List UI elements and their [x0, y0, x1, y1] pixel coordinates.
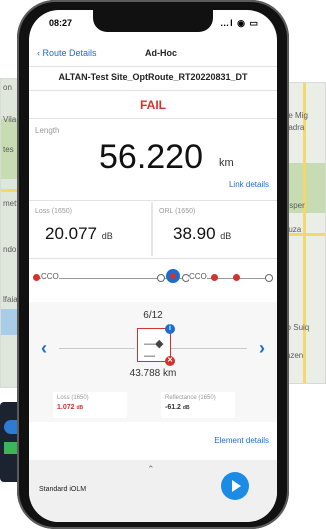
element-icon[interactable]: —◆— i ✕ [137, 324, 175, 366]
divider [29, 90, 277, 91]
divider [29, 118, 277, 119]
trace-label: CCO [189, 272, 207, 281]
link-trace[interactable]: CCO CCO [29, 268, 277, 290]
fail-icon: ✕ [165, 356, 175, 366]
map-label: tes [3, 145, 14, 154]
element-loss-panel: Loss (1650) 1.072 dB [53, 392, 127, 418]
element-refl-unit: dB [182, 405, 190, 411]
nav-title: Ad-Hoc [145, 48, 177, 58]
element-distance: 43.788 km [129, 368, 177, 379]
divider [29, 258, 277, 259]
info-icon: i [165, 324, 175, 334]
previous-element-button[interactable]: ‹ [41, 338, 47, 359]
divider [29, 200, 277, 201]
link-details-button[interactable]: Link details [229, 180, 269, 189]
status-icons: …l ◉ ▭ [220, 18, 259, 28]
nav-bar: ‹ Route Details Ad-Hoc [29, 48, 277, 66]
element-details-button[interactable]: Element details [214, 436, 269, 445]
orl-value-number: 38.90 [173, 224, 216, 243]
loss-value-number: 20.077 [45, 224, 97, 243]
bottom-bar: ⌃ Standard iOLM [29, 460, 277, 522]
map-label: on [3, 83, 12, 92]
trace-event-marker[interactable] [265, 274, 273, 282]
orl-unit: dB [220, 231, 232, 241]
route-name: ALTAN-Test Site_OptRoute_RT20220831_DT [58, 72, 248, 82]
element-counter: 6/12 [143, 310, 163, 321]
trace-label: CCO [41, 272, 59, 281]
element-panel: 6/12 ‹ › —◆— i ✕ 43.788 km Loss (1650) 1… [29, 302, 277, 422]
map-label: ndo [3, 245, 17, 254]
loss-label: Loss (1650) [35, 208, 72, 215]
orl-label: ORL (1650) [159, 208, 196, 215]
element-reflectance-panel: Reflectance (1650) -61.2 dB [161, 392, 235, 418]
map-label: lfaia [3, 295, 18, 304]
status-time: 08:27 [49, 18, 73, 28]
trace-event-marker[interactable] [233, 274, 240, 281]
loss-value: 20.077 dB [45, 224, 113, 244]
length-value: 56.220 [99, 138, 203, 176]
test-mode-label: Standard iOLM [39, 486, 87, 493]
back-button[interactable]: ‹ Route Details [37, 48, 97, 58]
divider [29, 66, 277, 67]
play-button[interactable] [221, 472, 249, 500]
loss-panel: Loss (1650) 20.077 dB [29, 202, 151, 256]
phone-screen: 08:27 …l ◉ ▭ ‹ Route Details Ad-Hoc ALTA… [29, 10, 277, 522]
phone-frame: 08:27 …l ◉ ▭ ‹ Route Details Ad-Hoc ALTA… [17, 0, 289, 529]
result-status: FAIL [140, 98, 166, 112]
orl-value: 38.90 dB [173, 224, 231, 244]
loss-unit: dB [101, 231, 113, 241]
next-element-button[interactable]: › [259, 338, 265, 359]
length-label: Length [35, 126, 60, 135]
element-refl-value: -61.2 dB [165, 404, 190, 411]
trace-event-marker[interactable] [211, 274, 218, 281]
element-line [171, 348, 247, 349]
element-loss-value: 1.072 dB [57, 404, 83, 411]
length-unit: km [219, 157, 234, 169]
map-label: Vila [3, 115, 17, 124]
element-refl-label: Reflectance (1650) [165, 395, 216, 401]
element-refl-number: -61.2 [165, 404, 181, 411]
selected-event-pin[interactable] [166, 269, 180, 283]
chevron-up-icon[interactable]: ⌃ [147, 464, 155, 475]
trace-event-marker[interactable] [33, 274, 40, 281]
element-line [59, 348, 135, 349]
status-bar: 08:27 …l ◉ ▭ [29, 18, 277, 32]
element-loss-label: Loss (1650) [57, 395, 89, 401]
element-loss-unit: dB [76, 405, 84, 411]
orl-panel: ORL (1650) 38.90 dB [153, 202, 277, 256]
trace-event-marker[interactable] [157, 274, 165, 282]
element-loss-number: 1.072 [57, 404, 75, 411]
